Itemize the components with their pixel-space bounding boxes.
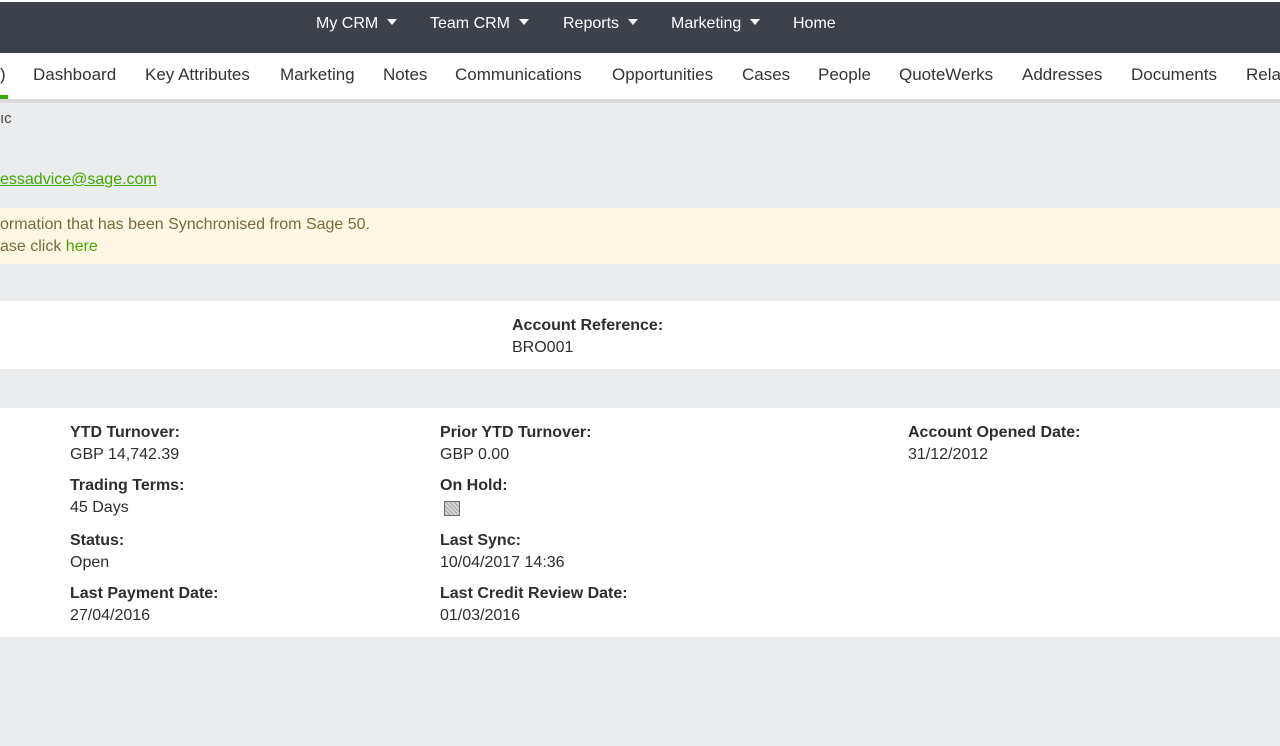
- top-navigation-bar: My CRM Team CRM Reports Marketing Home: [0, 2, 1280, 53]
- tab-communications[interactable]: Communications: [455, 53, 582, 99]
- nav-label: Marketing: [671, 15, 742, 32]
- active-tab-indicator: [0, 95, 8, 99]
- tab-cases[interactable]: Cases: [742, 53, 790, 99]
- status-label: Status:: [70, 532, 125, 549]
- tab-key-attributes[interactable]: Key Attributes: [145, 53, 250, 99]
- trading-terms-value: 45 Days: [70, 499, 129, 516]
- nav-label: Home: [793, 15, 836, 32]
- on-hold-label: On Hold:: [440, 477, 508, 494]
- tab-marketing[interactable]: Marketing: [280, 53, 355, 99]
- nav-my-crm[interactable]: My CRM: [316, 2, 398, 53]
- nav-marketing[interactable]: Marketing: [671, 2, 761, 53]
- prior-ytd-turnover-value: GBP 0.00: [440, 446, 510, 463]
- tab-dashboard[interactable]: Dashboard: [33, 53, 116, 99]
- tab-documents[interactable]: Documents: [1131, 53, 1217, 99]
- ytd-turnover-label: YTD Turnover:: [70, 424, 180, 441]
- notice-text: ormation that has been Synchronised from…: [0, 216, 370, 233]
- sync-notice-banner: ormation that has been Synchronised from…: [0, 208, 1280, 264]
- tab-summary[interactable]: ): [0, 53, 6, 99]
- nav-team-crm[interactable]: Team CRM: [430, 2, 530, 53]
- company-name: ıc: [0, 110, 12, 127]
- tab-notes[interactable]: Notes: [383, 53, 427, 99]
- last-payment-date-label: Last Payment Date:: [70, 585, 219, 602]
- notice-prefix: ase click: [0, 238, 66, 255]
- last-credit-review-date-value: 01/03/2016: [440, 607, 521, 624]
- nav-label: My CRM: [316, 15, 379, 32]
- tab-people[interactable]: People: [818, 53, 871, 99]
- notice-here-link[interactable]: here: [66, 238, 98, 255]
- caret-down-icon: [750, 18, 761, 25]
- account-reference-panel: Account Reference: BRO001: [0, 301, 1280, 369]
- tab-quotewerks[interactable]: QuoteWerks: [899, 53, 993, 99]
- account-opened-date-label: Account Opened Date:: [908, 424, 1081, 441]
- company-email-link[interactable]: essadvice@sage.com: [0, 171, 157, 189]
- nav-home[interactable]: Home: [793, 2, 836, 53]
- notice-line-2: ase click here: [0, 238, 98, 256]
- caret-down-icon: [628, 18, 639, 25]
- nav-label: Team CRM: [430, 15, 511, 32]
- account-details-panel: YTD Turnover: GBP 14,742.39 Prior YTD Tu…: [0, 408, 1280, 637]
- record-tab-bar: ) Dashboard Key Attributes Marketing Not…: [0, 53, 1280, 103]
- status-value: Open: [70, 554, 110, 571]
- tab-relationships[interactable]: Rela: [1246, 53, 1280, 99]
- trading-terms-label: Trading Terms:: [70, 477, 185, 494]
- on-hold-checkbox[interactable]: [444, 501, 460, 516]
- last-sync-value: 10/04/2017 14:36: [440, 554, 565, 571]
- tab-opportunities[interactable]: Opportunities: [612, 53, 713, 99]
- nav-reports[interactable]: Reports: [563, 2, 639, 53]
- last-sync-label: Last Sync:: [440, 532, 521, 549]
- caret-down-icon: [519, 18, 530, 25]
- nav-label: Reports: [563, 15, 620, 32]
- account-opened-date-value: 31/12/2012: [908, 446, 989, 463]
- last-credit-review-date-label: Last Credit Review Date:: [440, 585, 628, 602]
- tab-addresses[interactable]: Addresses: [1022, 53, 1102, 99]
- caret-down-icon: [387, 18, 398, 25]
- account-reference-label: Account Reference:: [512, 317, 664, 334]
- ytd-turnover-value: GBP 14,742.39: [70, 446, 180, 463]
- last-payment-date-value: 27/04/2016: [70, 607, 151, 624]
- account-reference-value: BRO001: [512, 339, 574, 356]
- prior-ytd-turnover-label: Prior YTD Turnover:: [440, 424, 592, 441]
